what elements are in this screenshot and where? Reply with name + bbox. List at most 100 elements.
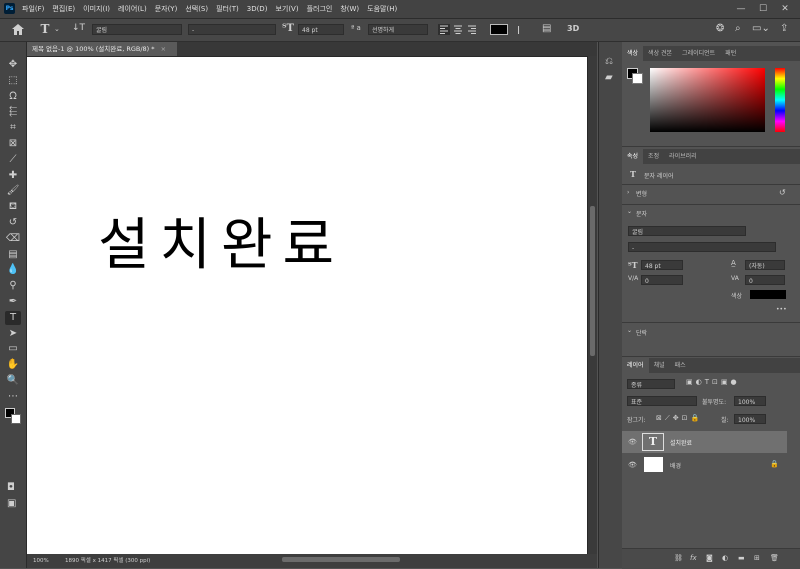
eraser-tool-icon[interactable]: ⌫ xyxy=(5,232,21,246)
tab-gradients[interactable]: 그레이디언트 xyxy=(677,46,720,61)
menu-image[interactable]: 이미지(I) xyxy=(83,4,110,14)
text-color-swatch[interactable] xyxy=(490,24,508,35)
props-kerning[interactable]: 0 xyxy=(641,275,683,285)
vertical-scrollbar[interactable] xyxy=(588,56,597,554)
brush-tool-icon[interactable]: 🖌 xyxy=(5,184,21,198)
background-color-swatch[interactable] xyxy=(11,414,21,424)
crop-tool-icon[interactable]: ⌗ xyxy=(5,121,21,135)
group-icon[interactable]: ▬ xyxy=(738,554,745,562)
layer-name[interactable]: 배경 xyxy=(670,461,681,470)
antialias-select[interactable]: 선명하게 xyxy=(368,24,428,35)
rectangle-tool-icon[interactable]: ▭ xyxy=(5,342,21,356)
props-font-style[interactable]: - xyxy=(628,242,776,252)
gradient-tool-icon[interactable]: ▤ xyxy=(5,248,21,262)
canvas-text-layer[interactable]: 설치완료 xyxy=(98,200,344,281)
pen-tool-icon[interactable]: ✒ xyxy=(5,295,21,309)
type-tool-preset-icon[interactable]: T xyxy=(38,22,52,36)
lock-icons[interactable]: ⊠⟋✥⊡🔒 xyxy=(656,414,702,423)
hue-slider[interactable] xyxy=(775,68,785,132)
history-brush-tool-icon[interactable]: ↺ xyxy=(5,216,21,230)
layer-row-background[interactable]: 👁 배경 🔒 xyxy=(622,454,787,476)
text-orientation-icon[interactable]: ↓T xyxy=(72,23,85,33)
paragraph-section[interactable]: 단락 xyxy=(636,328,647,337)
path-select-tool-icon[interactable]: ➤ xyxy=(5,327,21,341)
opacity-input[interactable]: 100% xyxy=(734,396,766,406)
props-font-size[interactable]: 48 pt xyxy=(641,260,683,270)
horizontal-scroll-thumb[interactable] xyxy=(282,557,400,562)
tab-channels[interactable]: 채널 xyxy=(649,358,670,373)
chevron-right-icon[interactable]: › xyxy=(627,189,629,196)
more-options-icon[interactable]: ••• xyxy=(776,306,787,313)
mask-icon[interactable]: ◙ xyxy=(706,554,713,562)
chevron-down-icon[interactable]: ⌄ xyxy=(627,327,632,334)
layer-row-text[interactable]: 👁 T 설치완료 xyxy=(622,431,787,453)
cloud-icon[interactable]: ❂ xyxy=(716,23,724,34)
blend-mode-select[interactable]: 표준 xyxy=(627,396,697,406)
stamp-tool-icon[interactable]: ⛾ xyxy=(5,200,21,214)
props-tracking[interactable]: 0 xyxy=(745,275,785,285)
color-panel-background[interactable] xyxy=(632,73,643,84)
menu-view[interactable]: 보기(V) xyxy=(275,4,298,14)
tab-color[interactable]: 색상 xyxy=(622,46,644,61)
menu-window[interactable]: 창(W) xyxy=(340,4,359,14)
tab-paths[interactable]: 패스 xyxy=(670,358,691,373)
menu-filter[interactable]: 필터(T) xyxy=(216,4,239,14)
tab-patterns[interactable]: 패턴 xyxy=(720,46,741,61)
chevron-down-icon[interactable]: ⌄ xyxy=(627,208,632,215)
adjustment-icon[interactable]: ◐ xyxy=(722,554,728,562)
menu-layer[interactable]: 레이어(L) xyxy=(118,4,147,14)
font-style-select[interactable]: - xyxy=(188,24,276,35)
search-icon[interactable]: ⌕ xyxy=(735,23,741,34)
zoom-level[interactable]: 100% xyxy=(33,554,49,568)
eyedropper-tool-icon[interactable]: ⟋ xyxy=(5,153,21,167)
photoshop-logo-icon[interactable]: Ps xyxy=(4,3,15,14)
healing-tool-icon[interactable]: ✚ xyxy=(5,169,21,183)
menu-plugins[interactable]: 플러그인 xyxy=(307,4,333,14)
trash-icon[interactable]: 🗑 xyxy=(770,554,779,562)
blur-tool-icon[interactable]: 💧 xyxy=(5,263,21,277)
screen-mode-icon[interactable]: ▣ xyxy=(7,498,16,509)
character-panel-icon[interactable]: ▤ xyxy=(542,23,551,34)
frame-tool-icon[interactable]: ⊠ xyxy=(5,137,21,151)
warp-text-icon[interactable]: ꞁ xyxy=(517,22,520,35)
new-layer-icon[interactable]: ⊞ xyxy=(754,554,760,562)
font-family-select[interactable]: 굴림 xyxy=(92,24,182,35)
menu-type[interactable]: 문자(Y) xyxy=(155,4,178,14)
workspace-icon[interactable]: ▭⌄ xyxy=(752,23,770,34)
color-picker-field[interactable] xyxy=(650,68,765,132)
move-tool-icon[interactable]: ✥ xyxy=(5,58,21,72)
menu-file[interactable]: 파일(F) xyxy=(22,4,44,14)
tab-swatches[interactable]: 색상 견본 xyxy=(643,46,677,61)
vertical-scroll-thumb[interactable] xyxy=(590,206,595,356)
tab-adjustments[interactable]: 조정 xyxy=(643,149,664,164)
menu-help[interactable]: 도움말(H) xyxy=(367,4,397,14)
zoom-tool-icon[interactable]: 🔍 xyxy=(5,374,21,388)
fx-icon[interactable]: fx xyxy=(690,554,697,562)
document-info[interactable]: 1890 픽셀 x 1417 픽셀 (300 ppi) xyxy=(65,554,150,568)
menu-3d[interactable]: 3D(D) xyxy=(247,5,268,13)
home-icon[interactable] xyxy=(12,24,24,35)
minimize-button[interactable]: — xyxy=(734,3,748,15)
type-section[interactable]: 문자 xyxy=(636,209,647,218)
maximize-button[interactable]: ☐ xyxy=(756,3,770,15)
menu-edit[interactable]: 편집(E) xyxy=(52,4,75,14)
hand-tool-icon[interactable]: ✋ xyxy=(5,358,21,372)
more-tools-icon[interactable]: ⋯ xyxy=(5,390,21,404)
font-size-select[interactable]: 48 pt xyxy=(298,24,344,35)
share-icon[interactable]: ⇪ xyxy=(780,23,788,34)
reset-icon[interactable]: ↺ xyxy=(779,188,786,197)
tab-properties[interactable]: 속성 xyxy=(622,149,644,164)
document-canvas[interactable] xyxy=(27,57,587,554)
document-tab[interactable]: 제목 없음-1 @ 100% (설치완료, RGB/8) * × xyxy=(27,42,177,56)
transform-section[interactable]: 변형 xyxy=(636,189,647,198)
layer-filter-icons[interactable]: ▣◐T⊡▣● xyxy=(686,378,740,386)
props-color-swatch[interactable] xyxy=(750,290,786,299)
type-tool-icon[interactable]: T xyxy=(5,310,21,325)
dodge-tool-icon[interactable]: ⚲ xyxy=(5,279,21,293)
visibility-eye-icon[interactable]: 👁 xyxy=(628,438,637,446)
object-select-tool-icon[interactable]: ⬱ xyxy=(5,105,21,119)
marquee-tool-icon[interactable]: ⬚ xyxy=(5,74,21,88)
tab-libraries[interactable]: 라이브러리 xyxy=(664,149,702,164)
lasso-tool-icon[interactable]: ᘯ xyxy=(5,90,21,104)
layer-name[interactable]: 설치완료 xyxy=(670,438,692,447)
